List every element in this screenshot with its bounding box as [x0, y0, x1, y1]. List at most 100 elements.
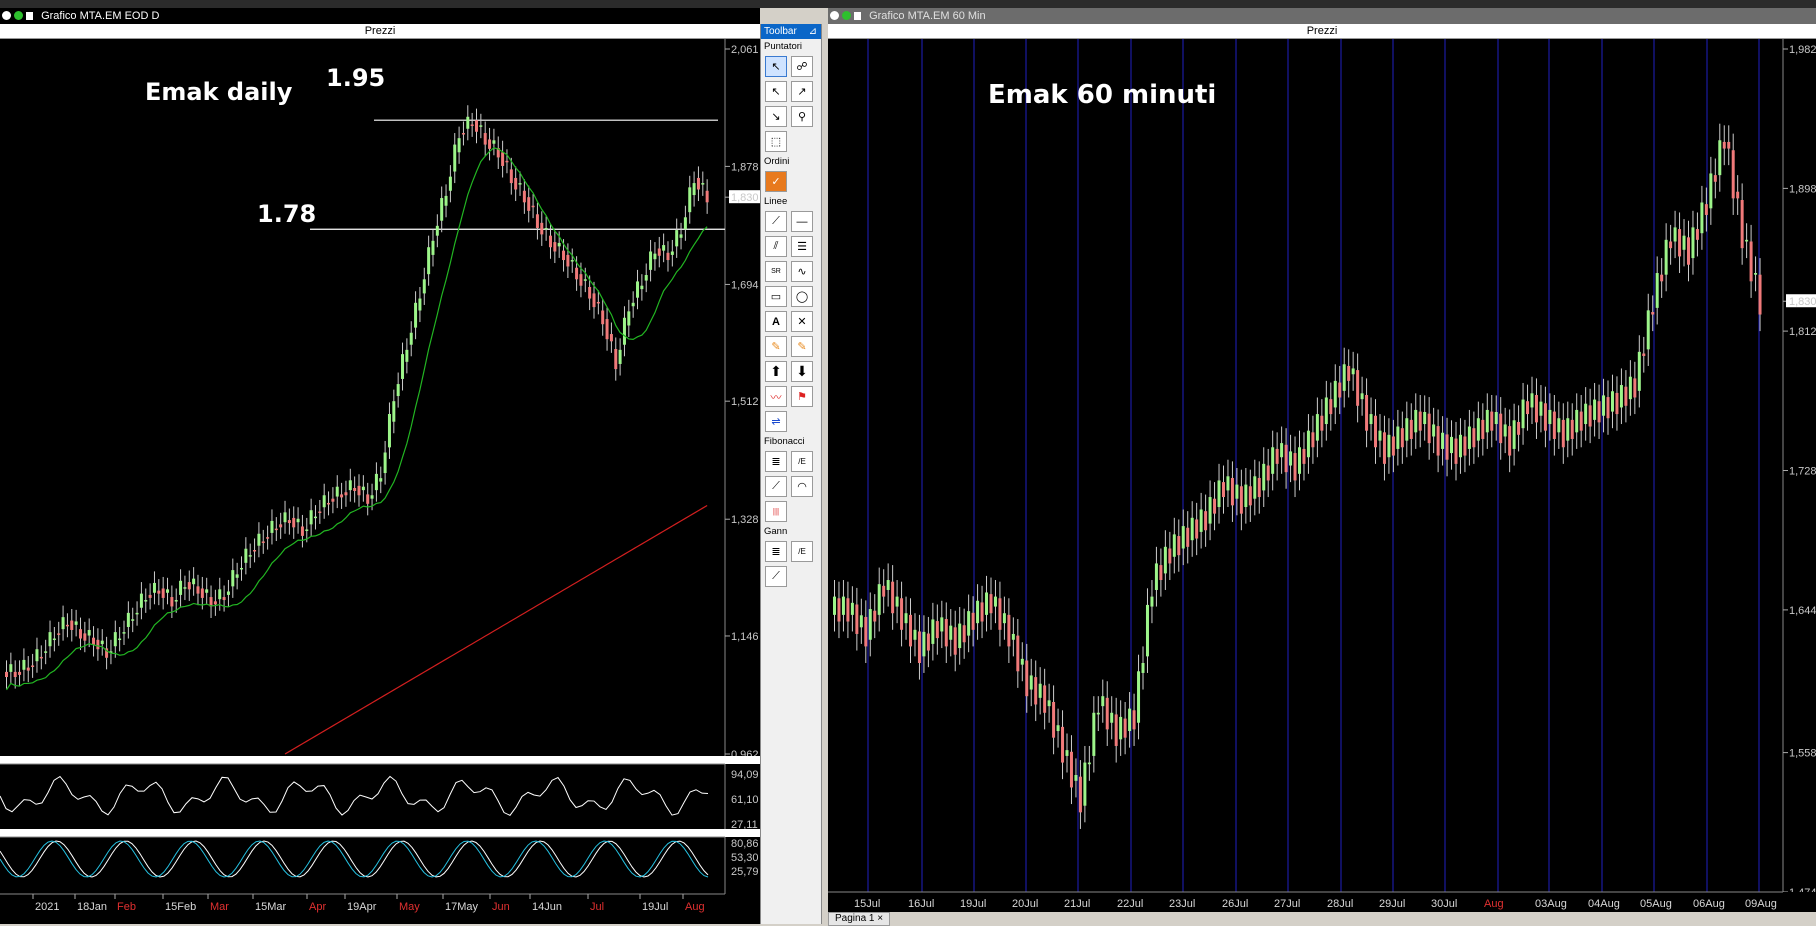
gann-fan-icon[interactable]: ⟋	[765, 566, 787, 587]
wave-icon[interactable]: 〰	[765, 386, 787, 407]
candle-body	[958, 623, 962, 649]
pointer-3-icon[interactable]: ↗	[791, 81, 813, 102]
fib-retracement-icon[interactable]: ≣	[765, 451, 787, 472]
section-lines: Linee	[764, 196, 788, 207]
candle-body	[270, 520, 274, 533]
candle-body	[1262, 463, 1266, 491]
candle-body	[1481, 419, 1485, 439]
candle-body	[1374, 415, 1378, 448]
link-icon[interactable]	[842, 11, 851, 20]
order-icon[interactable]: ✓	[765, 171, 787, 192]
candle-body	[187, 582, 191, 590]
long-moving-average	[284, 504, 708, 755]
horizontal-line-icon[interactable]: —	[791, 211, 813, 232]
candle-body	[1476, 418, 1480, 441]
candle-body	[466, 116, 470, 129]
date-tick-label: 17May	[445, 901, 479, 913]
level-low-label: 1.78	[257, 200, 317, 228]
candle-body	[9, 664, 13, 672]
candle-body	[1749, 241, 1753, 282]
hourly-price-chart[interactable]: 1,9821,8981,8301,8121,7281,6441,5581,474…	[828, 39, 1816, 912]
close-tab-icon[interactable]: ×	[877, 913, 883, 924]
pointer-2-icon[interactable]: ↖	[765, 81, 787, 102]
candle-body	[1065, 750, 1069, 756]
arrow-up-icon[interactable]: ⬆	[765, 361, 787, 382]
candle-body	[1324, 397, 1328, 425]
gann-grid-icon[interactable]: ≣	[765, 541, 787, 562]
candle-body	[226, 591, 230, 595]
pencil-2-icon[interactable]: ✎	[791, 336, 813, 357]
delete-icon[interactable]: ✕	[791, 311, 813, 332]
date-tick-label: 27Jul	[1274, 898, 1300, 910]
window-menu-icon[interactable]	[2, 11, 11, 20]
arrow-pointer-icon[interactable]: ↖	[765, 56, 787, 77]
support-resistance-icon[interactable]: SR	[765, 261, 787, 282]
price-tick-label: 1,812	[1789, 326, 1816, 338]
flag-icon[interactable]: ⚑	[791, 386, 813, 407]
candle-body	[998, 598, 1002, 630]
fib-time-icon[interactable]: |||	[765, 501, 787, 522]
right-window-titlebar[interactable]: Grafico MTA.EM 60 Min	[828, 8, 1816, 24]
polyline-icon[interactable]: ∿	[791, 261, 813, 282]
date-tick-label: 2021	[35, 901, 59, 913]
candle-body	[886, 580, 890, 590]
cycle-icon[interactable]: ⇌	[765, 411, 787, 432]
daily-price-chart[interactable]: 2,0611,8781,8301,6941,5121,3281,1460,962…	[0, 39, 760, 924]
candle-body	[313, 516, 317, 519]
fib-extension-icon[interactable]: /E	[791, 451, 813, 472]
candle-body	[1061, 726, 1065, 763]
candle-body	[1579, 411, 1583, 431]
candle-body	[1150, 596, 1154, 607]
window-menu-icon[interactable]	[830, 11, 839, 20]
candle-body	[1543, 403, 1547, 431]
candle-body	[1615, 392, 1619, 415]
fib-arc-icon[interactable]: ◠	[791, 476, 813, 497]
left-window-titlebar[interactable]: Grafico MTA.EM EOD D	[0, 8, 760, 24]
candle-body	[1454, 438, 1458, 464]
pencil-icon[interactable]: ✎	[765, 336, 787, 357]
candle-body	[1436, 426, 1440, 456]
zoom-icon[interactable]: ⚲	[791, 106, 813, 127]
right-chart-area[interactable]: 1,9821,8981,8301,8121,7281,6441,5581,474…	[828, 39, 1816, 912]
date-tick-label: May	[399, 901, 420, 913]
candle-body	[846, 598, 850, 622]
play-icon[interactable]	[854, 12, 861, 20]
candle-body	[148, 594, 152, 598]
pointer-4-icon[interactable]: ↘	[765, 106, 787, 127]
gann-extension-icon[interactable]: /E	[791, 541, 813, 562]
candle-body	[261, 541, 265, 543]
parallel-lines-icon[interactable]: ☰	[791, 236, 813, 257]
candle-body	[1275, 448, 1279, 464]
ellipse-icon[interactable]: ◯	[791, 286, 813, 307]
candle-body	[618, 349, 622, 364]
pin-icon[interactable]: ⊿	[809, 24, 817, 39]
candle-body	[170, 597, 174, 607]
left-chart-area[interactable]: 2,061 1,878 1,830 1,694 1,512 1,328 1,146 0,962…	[0, 39, 760, 924]
text-icon[interactable]: A	[765, 311, 787, 332]
candle-body	[557, 242, 561, 247]
trendline-icon[interactable]: ⟋	[765, 211, 787, 232]
rectangle-icon[interactable]: ▭	[765, 286, 787, 307]
candle-body	[868, 609, 872, 640]
candle-body	[1074, 775, 1078, 781]
candle-body	[1378, 430, 1382, 441]
candle-body	[1418, 411, 1422, 431]
candle-body	[696, 177, 700, 190]
arrow-down-icon[interactable]: ⬇	[791, 361, 813, 382]
candle-body	[962, 625, 966, 643]
candle-body	[1682, 235, 1686, 250]
candle-body	[1052, 701, 1056, 738]
candle-body	[92, 637, 96, 645]
candle-body	[926, 633, 930, 651]
candle-body	[904, 613, 908, 624]
fib-fan-icon[interactable]: ⟋	[765, 476, 787, 497]
channel-icon[interactable]: ⫽	[765, 236, 787, 257]
candle-body	[74, 621, 78, 625]
crosshair-pointer-icon[interactable]: ☍	[791, 56, 813, 77]
play-icon[interactable]	[26, 12, 33, 20]
candle-body	[649, 251, 653, 270]
link-icon[interactable]	[14, 11, 23, 20]
select-area-icon[interactable]: ⬚	[765, 131, 787, 152]
toolbar-title[interactable]: Toolbar ⊿	[761, 24, 821, 39]
candle-body	[873, 610, 877, 622]
